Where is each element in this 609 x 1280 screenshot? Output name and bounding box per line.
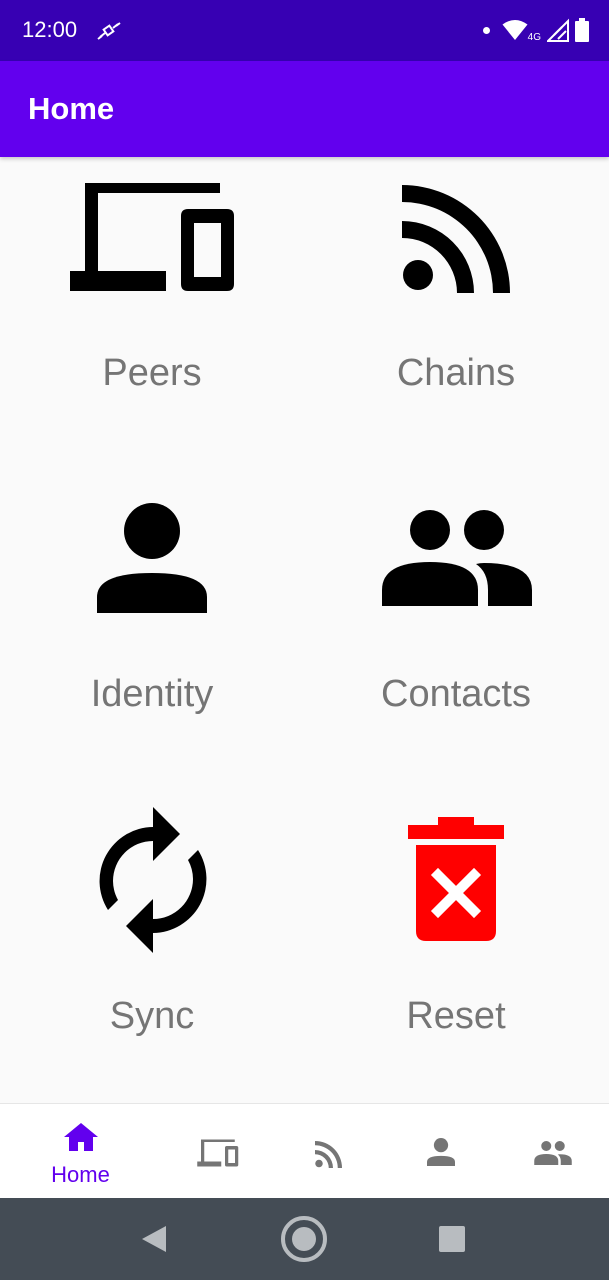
delete-forever-icon — [408, 817, 504, 941]
network-type: 4G — [527, 31, 541, 43]
tile-label: Reset — [406, 995, 506, 1037]
nav-label-home: Home — [51, 1162, 110, 1187]
devices-icon — [70, 183, 234, 291]
sync-icon — [99, 807, 207, 953]
page-title: Home — [28, 91, 115, 126]
nav-item-contacts[interactable] — [492, 1104, 609, 1199]
status-bar: 12:00 4G — [0, 0, 609, 61]
back-icon[interactable] — [142, 1226, 166, 1252]
bottom-navigation: Home — [0, 1103, 609, 1198]
battery-icon — [575, 18, 589, 42]
recents-icon[interactable] — [439, 1226, 465, 1252]
satellite-icon — [97, 22, 121, 40]
tile-reset[interactable]: Reset — [304, 797, 608, 1117]
tile-label: Peers — [102, 352, 202, 394]
tile-label: Sync — [109, 995, 195, 1037]
home-icon — [64, 1123, 98, 1151]
tile-sync[interactable]: Sync — [0, 797, 304, 1117]
tile-label: Chains — [396, 352, 516, 394]
tile-label: Identity — [90, 673, 214, 715]
person-icon — [97, 503, 207, 613]
rss-feed-icon — [402, 185, 510, 293]
app-bar: Home — [0, 61, 609, 157]
tile-label: Contacts — [381, 673, 531, 715]
status-time: 12:00 — [22, 17, 78, 42]
nav-item-chains[interactable] — [268, 1104, 389, 1199]
home-circle-icon[interactable] — [280, 1215, 328, 1263]
wifi-icon — [502, 20, 528, 40]
person-icon — [427, 1138, 455, 1166]
people-icon — [382, 510, 532, 606]
tile-contacts[interactable]: Contacts — [304, 477, 608, 797]
devices-icon — [197, 1139, 239, 1167]
status-icons: 4G — [482, 16, 589, 44]
system-navigation-bar — [0, 1198, 609, 1280]
tile-identity[interactable]: Identity — [0, 477, 304, 797]
signal-icon — [547, 18, 569, 42]
people-icon — [534, 1141, 572, 1165]
nav-item-peers[interactable] — [158, 1104, 279, 1199]
tile-peers[interactable]: Peers — [0, 157, 304, 477]
rss-feed-icon — [315, 1141, 342, 1168]
home-grid: Peers Chains Identity Contacts Sync Rese… — [0, 157, 609, 1103]
tile-chains[interactable]: Chains — [304, 157, 608, 477]
nav-item-identity[interactable] — [380, 1104, 501, 1199]
nav-item-home[interactable]: Home — [20, 1104, 141, 1199]
dot-icon — [482, 26, 490, 34]
